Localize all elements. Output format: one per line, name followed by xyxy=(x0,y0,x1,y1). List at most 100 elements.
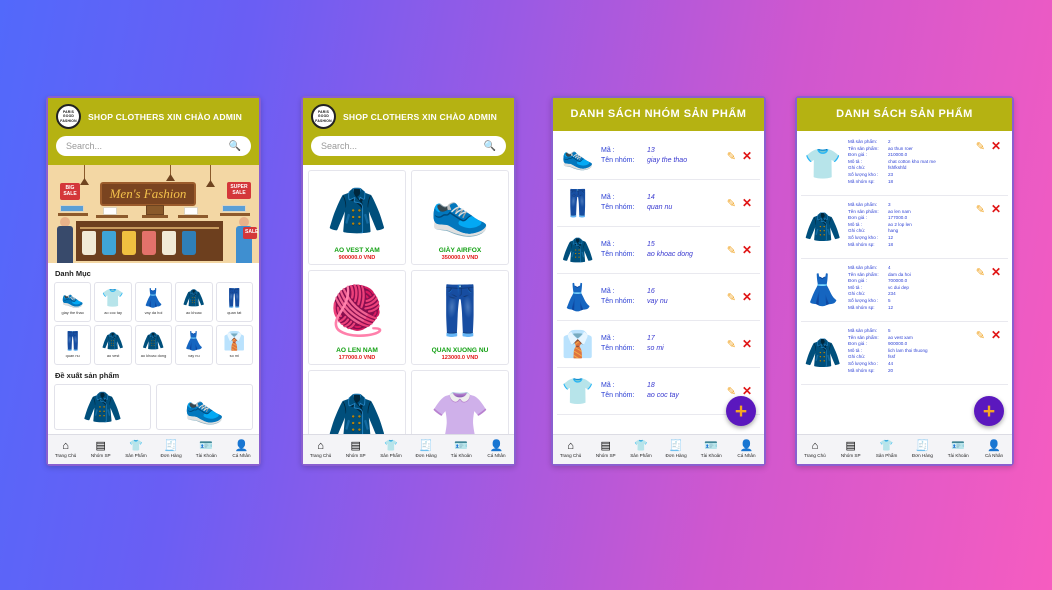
nav-item-tai-khoan[interactable]: 🪪 Tài Khoản xyxy=(940,441,976,459)
coat-icon: 🧥 xyxy=(327,184,387,238)
product-row[interactable]: 👕 Mã sản phẩm: 2 Tên sản phẩm: ao thun roe… xyxy=(801,133,1008,196)
close-x-icon[interactable]: ✕ xyxy=(991,265,1001,279)
skirt-icon: 👗 xyxy=(561,281,595,312)
category-item-ao-khoac[interactable]: 🧥 ao khoac xyxy=(175,282,213,322)
pencil-icon[interactable]: ✎ xyxy=(976,266,985,279)
product-list: 👕 Mã sản phẩm: 2 Tên sản phẩm: ao thun roe… xyxy=(797,131,1012,434)
category-item-quan-nu[interactable]: 👖 quan nu xyxy=(54,325,92,365)
product-card[interactable]: 🧥 xyxy=(308,370,406,434)
nav-item-nhom-sp[interactable]: ▤ Nhóm SP xyxy=(833,441,869,459)
product-card[interactable]: 👖 QUAN XUONG NU 123000.0 VND xyxy=(411,270,509,365)
group-row[interactable]: 👗 Mã : 16 Tên nhóm: vay nu ✎ ✕ xyxy=(557,274,760,321)
product-image: 🧥 xyxy=(311,175,403,245)
product-row[interactable]: 🧥 Mã sản phẩm: 5 Tên sản phẩm: ao vest xam… xyxy=(801,322,1008,385)
nav-item-nhom-sp[interactable]: ▤ Nhóm SP xyxy=(338,441,373,459)
product-price: 900000.0 VND xyxy=(338,255,376,261)
group-row[interactable]: 👔 Mã : 17 Tên nhóm: so mi ✎ ✕ xyxy=(557,321,760,368)
pencil-icon[interactable]: ✎ xyxy=(976,329,985,342)
category-item-ao-khoac-dong[interactable]: 🧥 ao khoac dong xyxy=(134,325,173,365)
product-card[interactable]: 👟 GIÀY AIRFOX 350000.0 VND xyxy=(411,170,509,265)
pencil-icon[interactable]: ✎ xyxy=(727,197,736,210)
close-x-icon[interactable]: ✕ xyxy=(742,196,752,210)
field-label: Số lượng kho : xyxy=(848,234,879,240)
nav-item-trang-chu[interactable]: ⌂ Trang Chủ xyxy=(797,441,833,459)
field-value: 700000.0 xyxy=(888,278,908,284)
nav-item-ca-nhan[interactable]: 👤 Cá Nhân xyxy=(224,441,259,459)
category-item-giay-the-thao[interactable]: 👟 giay the thao xyxy=(54,282,92,322)
coat-icon: 🧥 xyxy=(327,391,387,434)
bottom-nav: ⌂ Trang Chủ ▤ Nhóm SP 👕 Sản Phẩm 🧾 Đơn H… xyxy=(553,434,764,464)
category-item-quan-tat[interactable]: 👖 quan tat xyxy=(215,282,253,322)
pencil-icon[interactable]: ✎ xyxy=(727,385,736,398)
suggestion-card[interactable]: 👟 xyxy=(156,384,253,430)
nav-item-tai-khoan[interactable]: 🪪 Tài Khoản xyxy=(694,441,729,459)
field-value: ao len nam xyxy=(888,208,911,214)
group-row[interactable]: 🧥 Mã : 15 Tên nhóm: ao khoac dong ✎ ✕ xyxy=(557,227,760,274)
nav-item-trang-chu[interactable]: ⌂ Trang Chủ xyxy=(553,441,588,459)
product-card[interactable]: 🧥 AO VEST XAM 900000.0 VND xyxy=(308,170,406,265)
nav-item-trang-chu[interactable]: ⌂ Trang Chủ xyxy=(48,441,83,459)
pencil-icon[interactable]: ✎ xyxy=(976,203,985,216)
search-icon[interactable]: 🔍 xyxy=(229,141,241,152)
nav-item-trang-chu[interactable]: ⌂ Trang Chủ xyxy=(303,440,338,459)
search-input[interactable]: Search... 🔍 xyxy=(56,136,251,156)
pencil-icon[interactable]: ✎ xyxy=(976,140,985,153)
nav-item-don-hang[interactable]: 🧾 Đơn Hàng xyxy=(659,440,694,459)
search-icon[interactable]: 🔍 xyxy=(484,141,496,152)
nav-item-tai-khoan[interactable]: 🪪 Tài Khoản xyxy=(189,441,224,459)
group-code-label: Mã : xyxy=(601,241,615,248)
close-x-icon[interactable]: ✕ xyxy=(991,202,1001,216)
nav-item-don-hang[interactable]: 🧾 Đơn Hàng xyxy=(409,441,444,459)
search-input[interactable]: Search... 🔍 xyxy=(311,136,506,156)
nav-item-san-pham[interactable]: 👕 Sản Phẩm xyxy=(118,441,153,459)
category-item-ao-vest[interactable]: 🧥 ao vest xyxy=(94,325,132,365)
home-icon: ⌂ xyxy=(317,440,324,452)
product-image: 👖 xyxy=(414,275,506,345)
pencil-icon[interactable]: ✎ xyxy=(727,338,736,351)
nav-item-don-hang[interactable]: 🧾 Đơn Hàng xyxy=(154,441,189,459)
category-item-ao-coc-tay[interactable]: 👕 ao coc tay xyxy=(94,282,132,322)
group-code-label: Mã : xyxy=(601,288,615,295)
add-product-fab[interactable]: + xyxy=(974,396,1004,426)
brand-logo-icon: PARIS GOOD FASHION xyxy=(311,104,336,129)
close-x-icon[interactable]: ✕ xyxy=(742,337,752,351)
add-group-fab[interactable]: + xyxy=(726,396,756,426)
nav-item-nhom-sp[interactable]: ▤ Nhóm SP xyxy=(588,441,623,459)
close-x-icon[interactable]: ✕ xyxy=(991,328,1001,342)
nav-label: Đơn Hàng xyxy=(911,453,933,458)
group-row[interactable]: 👖 Mã : 14 Tên nhóm: quan nu ✎ ✕ xyxy=(557,180,760,227)
category-item-vay-da-hoi[interactable]: 👗 vay da hoi xyxy=(134,282,173,322)
bottom-nav: ⌂ Trang Chủ ▤ Nhóm SP 👕 Sản Phẩm 🧾 Đơn H… xyxy=(303,434,514,464)
nav-item-don-hang[interactable]: 🧾 Đơn Hàng xyxy=(904,441,940,459)
nav-item-tai-khoan[interactable]: 🪪 Tài Khoản xyxy=(444,441,479,459)
pencil-icon[interactable]: ✎ xyxy=(727,150,736,163)
field-code: Mã sản phẩm: 5 xyxy=(848,328,970,335)
nav-item-nhom-sp[interactable]: ▤ Nhóm SP xyxy=(83,441,118,459)
close-x-icon[interactable]: ✕ xyxy=(742,149,752,163)
order-form-icon: 🧾 xyxy=(669,440,683,452)
product-row[interactable]: 👗 Mã sản phẩm: 4 Tên sản phẩm: dam da hoi … xyxy=(801,259,1008,322)
nav-label: Nhóm SP xyxy=(90,453,111,458)
field-value: 5 xyxy=(888,297,891,303)
pencil-icon[interactable]: ✎ xyxy=(727,244,736,257)
nav-item-san-pham[interactable]: 👕 Sản Phẩm xyxy=(623,441,658,459)
nav-item-ca-nhan[interactable]: 👤 Cá Nhân xyxy=(479,441,514,459)
product-card[interactable]: 🧶 AO LEN NAM 177000.0 VND xyxy=(308,270,406,365)
close-x-icon[interactable]: ✕ xyxy=(742,243,752,257)
category-item-vay-nu[interactable]: 👗 vay nu xyxy=(175,325,213,365)
product-row[interactable]: 🧥 Mã sản phẩm: 3 Tên sản phẩm: ao len nam … xyxy=(801,196,1008,259)
suggestion-card[interactable]: 🧥 xyxy=(54,384,151,430)
nav-item-san-pham[interactable]: 👕 Sản Phẩm xyxy=(373,441,408,459)
close-x-icon[interactable]: ✕ xyxy=(991,139,1001,153)
shelf xyxy=(220,213,250,216)
close-x-icon[interactable]: ✕ xyxy=(742,290,752,304)
nav-item-ca-nhan[interactable]: 👤 Cá Nhân xyxy=(729,441,764,459)
field-value: 23 xyxy=(888,171,894,177)
nav-item-san-pham[interactable]: 👕 Sản Phẩm xyxy=(869,441,905,459)
category-item-so-mi[interactable]: 👔 so mi xyxy=(215,325,253,365)
group-row[interactable]: 👟 Mã : 13 Tên nhóm: giay the thao ✎ ✕ xyxy=(557,133,760,180)
field-stock: Số lượng kho : 44 xyxy=(848,361,970,368)
nav-item-ca-nhan[interactable]: 👤 Cá Nhân xyxy=(976,441,1012,459)
product-card[interactable]: 👚 xyxy=(411,370,509,434)
pencil-icon[interactable]: ✎ xyxy=(727,291,736,304)
